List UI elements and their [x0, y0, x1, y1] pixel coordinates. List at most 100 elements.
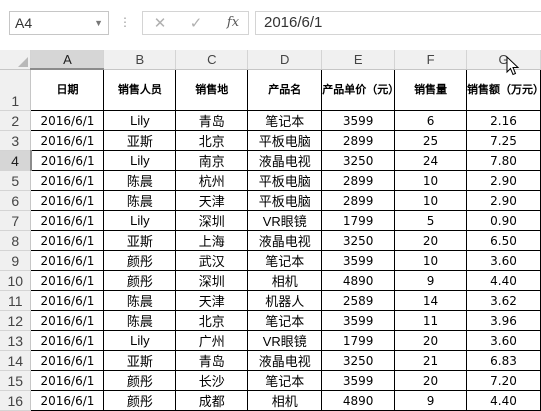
cell-location[interactable]: 北京 — [175, 310, 249, 331]
cell-location[interactable]: 天津 — [175, 190, 249, 211]
cell-quantity[interactable]: 20 — [394, 330, 468, 351]
cell-product[interactable]: 液晶电视 — [247, 150, 323, 171]
cell-product[interactable]: 笔记本 — [247, 110, 323, 131]
cell-location[interactable]: 长沙 — [175, 370, 249, 391]
cell-unit-price[interactable]: 1799 — [321, 330, 396, 351]
row-header-5[interactable]: 5 — [0, 170, 32, 191]
cell-sales-amount[interactable]: 6.50 — [466, 230, 541, 251]
row-header-7[interactable]: 7 — [0, 210, 32, 231]
cancel-icon[interactable]: ✕ — [151, 12, 169, 34]
cell-salesperson[interactable]: 陈晨 — [103, 310, 177, 331]
cell-sales-amount[interactable]: 0.90 — [466, 210, 541, 231]
cell-salesperson[interactable]: 陈晨 — [103, 190, 177, 211]
row-header-9[interactable]: 9 — [0, 250, 32, 271]
column-header-c[interactable]: C — [175, 50, 249, 70]
row-header-2[interactable]: 2 — [0, 110, 32, 131]
header-cell-product[interactable]: 产品名 — [247, 68, 323, 111]
cell-location[interactable]: 杭州 — [175, 170, 249, 191]
column-header-f[interactable]: F — [394, 50, 468, 70]
cell-quantity[interactable]: 21 — [394, 350, 468, 371]
name-box-dropdown-icon[interactable]: ▼ — [94, 12, 103, 34]
cell-salesperson[interactable]: 颜彤 — [103, 390, 177, 411]
column-header-a[interactable]: A — [30, 50, 105, 70]
cell-date[interactable]: 2016/6/1 — [30, 310, 105, 331]
cell-date[interactable]: 2016/6/1 — [30, 150, 105, 171]
cell-sales-amount[interactable]: 2.16 — [466, 110, 541, 131]
cell-unit-price[interactable]: 1799 — [321, 210, 396, 231]
worksheet-grid[interactable]: A B C D E F G 1 日期 销售人员 销售地 产品名 产品单价（元） … — [0, 50, 541, 411]
cell-location[interactable]: 广州 — [175, 330, 249, 351]
cell-date[interactable]: 2016/6/1 — [30, 190, 105, 211]
cell-sales-amount[interactable]: 7.80 — [466, 150, 541, 171]
row-header-10[interactable]: 10 — [0, 270, 32, 291]
cell-date[interactable]: 2016/6/1 — [30, 330, 105, 351]
cell-location[interactable]: 武汉 — [175, 250, 249, 271]
row-header-16[interactable]: 16 — [0, 390, 32, 411]
cell-date[interactable]: 2016/6/1 — [30, 370, 105, 391]
cell-sales-amount[interactable]: 2.90 — [466, 170, 541, 191]
row-header-14[interactable]: 14 — [0, 350, 32, 371]
select-all-corner[interactable] — [0, 50, 32, 70]
enter-icon[interactable]: ✓ — [187, 12, 205, 34]
cell-product[interactable]: 平板电脑 — [247, 130, 323, 151]
row-header-8[interactable]: 8 — [0, 230, 32, 251]
header-cell-unit-price[interactable]: 产品单价（元） — [321, 68, 396, 111]
cell-product[interactable]: 平板电脑 — [247, 170, 323, 191]
cell-location[interactable]: 青岛 — [175, 350, 249, 371]
insert-function-icon[interactable]: fx — [223, 12, 243, 34]
cell-location[interactable]: 深圳 — [175, 210, 249, 231]
row-header-4[interactable]: 4 — [0, 150, 32, 171]
cell-location[interactable]: 南京 — [175, 150, 249, 171]
row-header-11[interactable]: 11 — [0, 290, 32, 311]
cell-unit-price[interactable]: 3599 — [321, 310, 396, 331]
cell-product[interactable]: VR眼镜 — [247, 210, 323, 231]
cell-quantity[interactable]: 10 — [394, 170, 468, 191]
cell-unit-price[interactable]: 2899 — [321, 170, 396, 191]
cell-sales-amount[interactable]: 3.60 — [466, 330, 541, 351]
cell-salesperson[interactable]: 颜彤 — [103, 370, 177, 391]
cell-location[interactable]: 天津 — [175, 290, 249, 311]
cell-date[interactable]: 2016/6/1 — [30, 130, 105, 151]
cell-date[interactable]: 2016/6/1 — [30, 210, 105, 231]
row-header-3[interactable]: 3 — [0, 130, 32, 151]
cell-location[interactable]: 上海 — [175, 230, 249, 251]
cell-location[interactable]: 青岛 — [175, 110, 249, 131]
cell-quantity[interactable]: 10 — [394, 250, 468, 271]
row-header-6[interactable]: 6 — [0, 190, 32, 211]
cell-date[interactable]: 2016/6/1 — [30, 390, 105, 411]
cell-sales-amount[interactable]: 3.96 — [466, 310, 541, 331]
cell-product[interactable]: 笔记本 — [247, 250, 323, 271]
cell-unit-price[interactable]: 3599 — [321, 110, 396, 131]
cell-quantity[interactable]: 14 — [394, 290, 468, 311]
cell-quantity[interactable]: 10 — [394, 190, 468, 211]
cell-product[interactable]: 机器人 — [247, 290, 323, 311]
column-header-e[interactable]: E — [321, 50, 396, 70]
cell-sales-amount[interactable]: 4.40 — [466, 390, 541, 411]
cell-sales-amount[interactable]: 7.20 — [466, 370, 541, 391]
cell-unit-price[interactable]: 3250 — [321, 150, 396, 171]
column-header-b[interactable]: B — [103, 50, 177, 70]
cell-quantity[interactable]: 25 — [394, 130, 468, 151]
cell-sales-amount[interactable]: 3.60 — [466, 250, 541, 271]
cell-salesperson[interactable]: 亚斯 — [103, 130, 177, 151]
column-header-g[interactable]: G — [466, 50, 541, 70]
cell-date[interactable]: 2016/6/1 — [30, 350, 105, 371]
cell-unit-price[interactable]: 2899 — [321, 130, 396, 151]
cell-product[interactable]: 相机 — [247, 390, 323, 411]
cell-sales-amount[interactable]: 4.40 — [466, 270, 541, 291]
cell-date[interactable]: 2016/6/1 — [30, 290, 105, 311]
cell-unit-price[interactable]: 2899 — [321, 190, 396, 211]
header-cell-sales-amount[interactable]: 销售额（万元） — [466, 68, 541, 111]
cell-sales-amount[interactable]: 2.90 — [466, 190, 541, 211]
cell-unit-price[interactable]: 3250 — [321, 350, 396, 371]
cell-salesperson[interactable]: Lily — [103, 150, 177, 171]
cell-salesperson[interactable]: 颜彤 — [103, 250, 177, 271]
row-header-1[interactable]: 1 — [0, 69, 32, 111]
cell-location[interactable]: 深圳 — [175, 270, 249, 291]
cell-unit-price[interactable]: 4890 — [321, 390, 396, 411]
formula-bar-grip-icon[interactable]: ⋮ — [119, 14, 131, 30]
cell-quantity[interactable]: 20 — [394, 370, 468, 391]
cell-product[interactable]: VR眼镜 — [247, 330, 323, 351]
cell-quantity[interactable]: 5 — [394, 210, 468, 231]
cell-quantity[interactable]: 9 — [394, 270, 468, 291]
